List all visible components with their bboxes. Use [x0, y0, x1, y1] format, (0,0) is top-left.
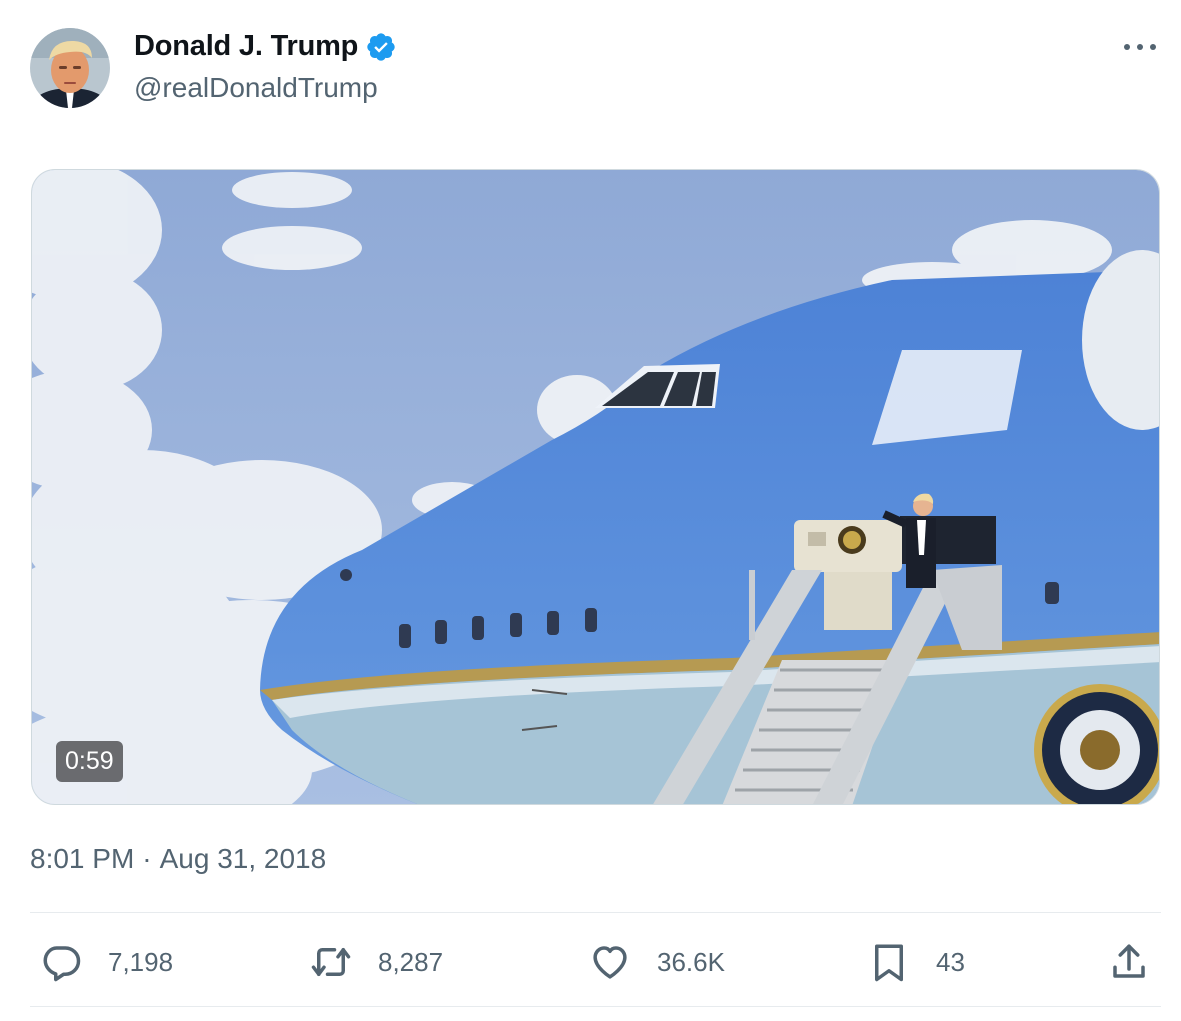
- heart-icon: [593, 946, 627, 979]
- tweet-time: 8:01 PM: [30, 843, 135, 874]
- more-button[interactable]: [1124, 32, 1156, 62]
- avatar-image: [30, 28, 110, 108]
- like-count: 36.6K: [657, 946, 725, 977]
- more-horizontal-icon-dot: [1150, 44, 1156, 50]
- bookmark-count: 43: [936, 946, 965, 977]
- author-display-name[interactable]: Donald J. Trump: [134, 30, 358, 63]
- like-button[interactable]: 36.6K: [589, 935, 725, 989]
- reply-button[interactable]: 7,198: [40, 935, 173, 989]
- reply-icon: [43, 946, 81, 982]
- video-duration-badge: 0:59: [56, 741, 123, 782]
- share-button[interactable]: [1108, 935, 1150, 989]
- retweet-icon: [311, 948, 351, 976]
- tweet-timestamp[interactable]: 8:01 PM · Aug 31, 2018: [30, 843, 326, 875]
- divider: [30, 912, 1161, 913]
- share-icon: [1113, 944, 1145, 978]
- more-horizontal-icon-dot: [1137, 44, 1143, 50]
- avatar[interactable]: [30, 28, 110, 108]
- tweet-date: Aug 31, 2018: [159, 843, 327, 874]
- retweet-button[interactable]: 8,287: [310, 935, 443, 989]
- timestamp-separator: ·: [142, 843, 152, 874]
- verified-badge-icon: [367, 32, 395, 61]
- reply-count: 7,198: [108, 946, 174, 977]
- retweet-count: 8,287: [378, 946, 444, 977]
- more-horizontal-icon: [1124, 44, 1130, 50]
- bookmark-icon: [875, 944, 903, 982]
- author-handle[interactable]: @realDonaldTrump: [134, 72, 378, 104]
- video-player[interactable]: [31, 169, 1160, 805]
- bookmark-button[interactable]: 43: [868, 935, 965, 989]
- divider: [30, 1006, 1161, 1007]
- author-name-row[interactable]: Donald J. Trump: [134, 30, 397, 63]
- tweet-action-bar: 7,198 8,287 36.6K 43: [30, 935, 1161, 989]
- video-thumbnail: [32, 170, 1159, 804]
